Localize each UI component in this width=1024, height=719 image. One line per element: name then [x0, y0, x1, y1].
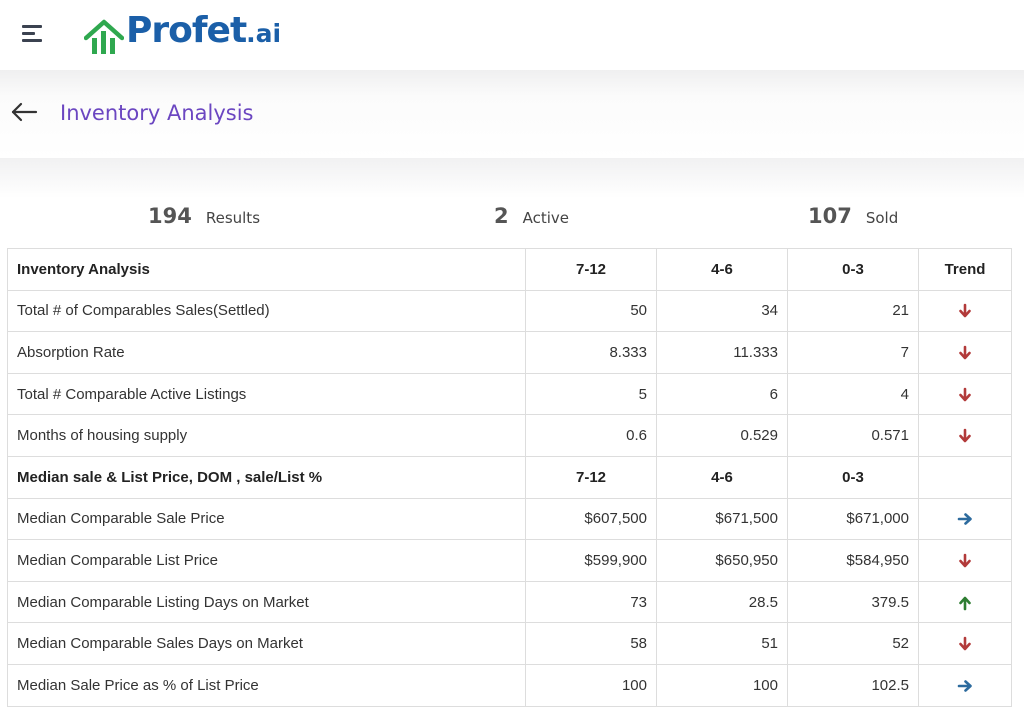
back-arrow-icon[interactable] [10, 101, 38, 127]
value-0-3: $671,000 [787, 497, 919, 541]
table-row: Median Sale Price as % of List Price 100 1… [7, 663, 1012, 707]
arrow-up-icon [957, 594, 973, 611]
row-label: Median Comparable Listing Days on Market [7, 580, 526, 624]
value-4-6: 100 [656, 663, 788, 707]
top-bar: Profet.ai [0, 0, 1024, 70]
table-header-row: Median sale & List Price, DOM , sale/Lis… [7, 455, 1012, 499]
active-count: 2 [494, 204, 509, 228]
row-label: Total # of Comparables Sales(Settled) [7, 289, 526, 333]
arrow-down-icon [957, 552, 973, 569]
sold-label: Sold [865, 209, 899, 227]
row-label: Median Comparable List Price [7, 539, 526, 582]
arrow-down-icon [957, 635, 973, 652]
trend-cell [918, 372, 1012, 416]
table-row: Months of housing supply 0.6 0.529 0.571 [7, 414, 1012, 457]
trend-cell [918, 663, 1012, 707]
summary-active: 2 Active [494, 204, 569, 234]
column-header-4-6: 4-6 [656, 248, 788, 291]
column-header-4-6: 4-6 [656, 455, 788, 499]
trend-cell [918, 414, 1012, 457]
table-row: Median Comparable Sale Price $607,500 $671… [7, 497, 1012, 541]
summary-results: 194 Results [148, 204, 260, 234]
value-0-3: $584,950 [787, 539, 919, 582]
value-0-3: 21 [787, 289, 919, 333]
column-header-7-12: 7-12 [525, 455, 657, 499]
table-row: Total # of Comparables Sales(Settled) 50 3… [7, 289, 1012, 333]
value-0-3: 0.571 [787, 414, 919, 457]
value-7-12: 5 [525, 372, 657, 416]
value-4-6: 34 [656, 289, 788, 333]
inventory-table: Inventory Analysis 7-12 4-6 0-3 Trend Total #… [7, 248, 1012, 707]
row-label: Absorption Rate [7, 331, 526, 374]
value-0-3: 102.5 [787, 663, 919, 707]
table-header-row: Inventory Analysis 7-12 4-6 0-3 Trend [7, 248, 1012, 291]
value-0-3: 379.5 [787, 580, 919, 624]
value-4-6: 6 [656, 372, 788, 416]
arrow-down-icon [957, 302, 973, 319]
section-header-label: Median sale & List Price, DOM , sale/Lis… [7, 455, 526, 499]
trend-cell [918, 580, 1012, 624]
results-label: Results [205, 209, 261, 227]
table-row: Absorption Rate 8.333 11.333 7 [7, 331, 1012, 374]
table-row: Median Comparable Sales Days on Market 58… [7, 622, 1012, 665]
trend-cell [918, 497, 1012, 541]
logo-house-icon [84, 19, 124, 54]
value-4-6: 11.333 [656, 331, 788, 374]
arrow-right-icon [957, 677, 973, 694]
value-4-6: $650,950 [656, 539, 788, 582]
row-label: Months of housing supply [7, 414, 526, 457]
trend-cell [918, 331, 1012, 374]
column-header-trend: Trend [918, 248, 1012, 291]
page-title: Inventory Analysis [60, 101, 254, 125]
section-header-label: Inventory Analysis [7, 248, 526, 291]
trend-cell [918, 539, 1012, 582]
row-label: Median Comparable Sale Price [7, 497, 526, 541]
value-7-12: 100 [525, 663, 657, 707]
trend-cell [918, 289, 1012, 333]
value-4-6: $671,500 [656, 497, 788, 541]
summary-sold: 107 Sold [808, 204, 898, 234]
hamburger-menu-icon[interactable] [22, 23, 44, 43]
arrow-down-icon [957, 344, 973, 361]
value-4-6: 28.5 [656, 580, 788, 624]
arrow-right-icon [957, 510, 973, 527]
trend-cell [918, 622, 1012, 665]
value-0-3: 52 [787, 622, 919, 665]
value-7-12: 73 [525, 580, 657, 624]
empty-header-cell [918, 455, 1012, 499]
row-label: Total # Comparable Active Listings [7, 372, 526, 416]
value-7-12: 58 [525, 622, 657, 665]
results-count: 194 [148, 204, 192, 228]
column-header-0-3: 0-3 [787, 455, 919, 499]
value-0-3: 4 [787, 372, 919, 416]
value-0-3: 7 [787, 331, 919, 374]
column-header-7-12: 7-12 [525, 248, 657, 291]
sold-count: 107 [808, 204, 852, 228]
value-7-12: $599,900 [525, 539, 657, 582]
logo-text: Profet.ai [126, 10, 282, 51]
value-4-6: 0.529 [656, 414, 788, 457]
profet-logo[interactable]: Profet.ai [84, 10, 281, 56]
value-7-12: 0.6 [525, 414, 657, 457]
value-4-6: 51 [656, 622, 788, 665]
active-label: Active [522, 209, 570, 227]
value-7-12: $607,500 [525, 497, 657, 541]
arrow-down-icon [957, 386, 973, 403]
column-header-0-3: 0-3 [787, 248, 919, 291]
value-7-12: 8.333 [525, 331, 657, 374]
table-row: Median Comparable List Price $599,900 $650… [7, 539, 1012, 582]
table-row: Median Comparable Listing Days on Market… [7, 580, 1012, 624]
row-label: Median Sale Price as % of List Price [7, 663, 526, 707]
value-7-12: 50 [525, 289, 657, 333]
row-label: Median Comparable Sales Days on Market [7, 622, 526, 665]
table-row: Total # Comparable Active Listings 5 6 4 [7, 372, 1012, 416]
arrow-down-icon [957, 427, 973, 444]
